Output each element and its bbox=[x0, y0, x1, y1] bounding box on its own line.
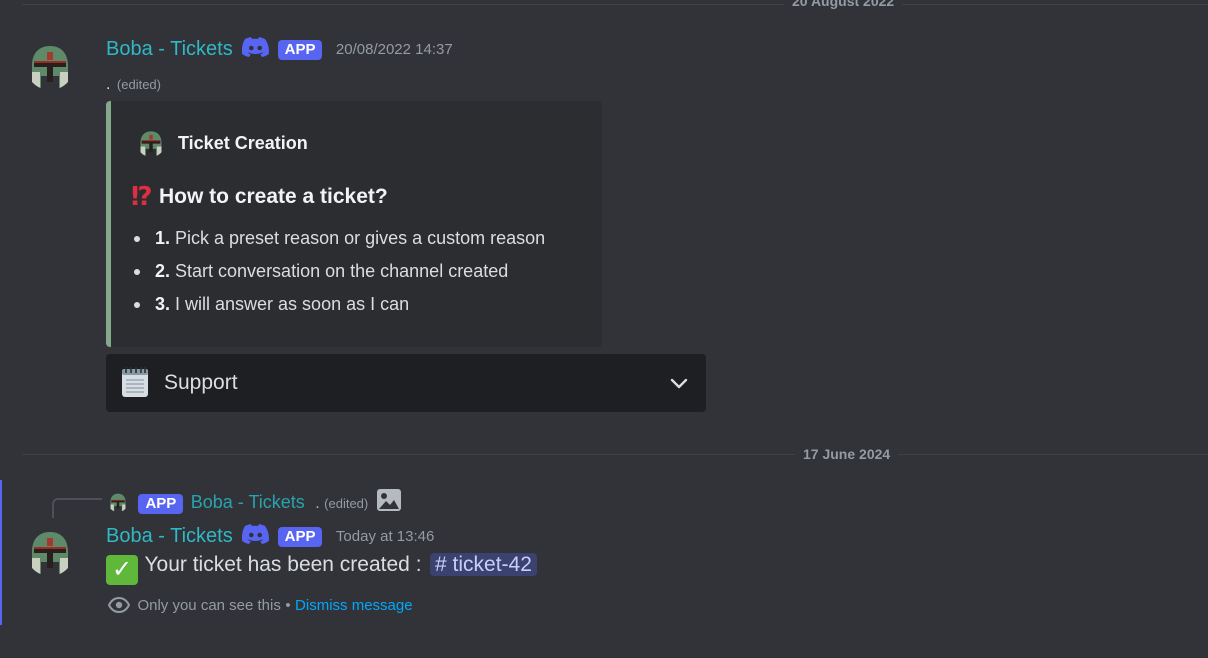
embed-title-text: How to create a ticket? bbox=[159, 185, 388, 208]
list-item: 2. Start conversation on the channel cre… bbox=[133, 255, 545, 288]
list-item: 1. Pick a preset reason or gives a custo… bbox=[133, 222, 545, 255]
message-text: . bbox=[106, 76, 111, 93]
select-label: Support bbox=[164, 371, 238, 394]
edited-label: (edited) bbox=[324, 496, 369, 511]
reply-text: . bbox=[315, 495, 320, 512]
boba-helmet-icon bbox=[110, 493, 126, 512]
ephemeral-notice: Only you can see this • Dismiss message bbox=[107, 596, 413, 615]
message-header: Boba - Tickets APP Today at 13:46 bbox=[106, 524, 434, 548]
avatar[interactable] bbox=[26, 528, 74, 576]
support-select-menu[interactable]: Support bbox=[106, 354, 706, 412]
reply-author[interactable]: Boba - Tickets bbox=[191, 492, 305, 512]
boba-helmet-icon bbox=[32, 46, 68, 88]
embed-step-list: 1. Pick a preset reason or gives a custo… bbox=[133, 222, 545, 321]
message-text: Your ticket has been created : bbox=[144, 553, 422, 576]
list-item: 3. I will answer as soon as I can bbox=[133, 288, 545, 321]
timestamp[interactable]: 20/08/2022 14:37 bbox=[336, 41, 453, 58]
dismiss-message-link[interactable]: Dismiss message bbox=[295, 597, 413, 614]
discord-icon bbox=[242, 37, 270, 57]
message-2[interactable]: APP Boba - Tickets . (edited) Boba - Tic… bbox=[0, 480, 1208, 625]
chevron-down-icon bbox=[670, 378, 688, 389]
app-badge: APP bbox=[277, 40, 323, 60]
date-divider-label: 20 August 2022 bbox=[784, 0, 903, 10]
embed-author-avatar bbox=[137, 129, 165, 157]
image-icon bbox=[376, 489, 401, 511]
discord-icon bbox=[242, 524, 270, 544]
timestamp[interactable]: Today at 13:46 bbox=[336, 528, 434, 545]
ephemeral-text: Only you can see this bbox=[137, 597, 281, 614]
eye-icon bbox=[107, 596, 131, 614]
author-name[interactable]: Boba - Tickets bbox=[106, 525, 233, 547]
step-text: I will answer as soon as I can bbox=[170, 294, 410, 314]
chat-log: 20 August 2022 Boba - Tickets APP 20/08/… bbox=[0, 0, 1208, 658]
channel-mention[interactable]: # ticket-42 bbox=[429, 553, 537, 576]
app-badge: APP bbox=[138, 494, 184, 514]
avatar[interactable] bbox=[26, 42, 74, 90]
embed-title: ⁉ How to create a ticket? bbox=[131, 181, 388, 212]
date-divider-label: 17 June 2024 bbox=[795, 445, 899, 463]
message-content: ✓ Your ticket has been created : # ticke… bbox=[106, 553, 537, 585]
step-number: 3. bbox=[155, 294, 171, 314]
interrobang-icon: ⁉ bbox=[131, 181, 153, 211]
edited-label: (edited) bbox=[116, 77, 161, 92]
author-name[interactable]: Boba - Tickets bbox=[106, 38, 233, 60]
notepad-icon bbox=[122, 367, 148, 397]
date-divider-middle: 17 June 2024 bbox=[22, 445, 1208, 463]
reply-avatar bbox=[108, 492, 128, 512]
channel-name: ticket-42 bbox=[452, 553, 532, 576]
channel-hash-icon: # bbox=[434, 553, 447, 576]
app-badge: APP bbox=[277, 527, 323, 547]
message-content: . (edited) bbox=[106, 76, 161, 94]
step-number: 2. bbox=[155, 261, 171, 281]
ticket-embed: Ticket Creation ⁉ How to create a ticket… bbox=[106, 101, 602, 347]
check-mark-icon: ✓ bbox=[106, 555, 138, 585]
step-text: Start conversation on the channel create… bbox=[170, 261, 509, 281]
boba-helmet-icon bbox=[32, 532, 68, 574]
step-number: 1. bbox=[155, 228, 171, 248]
message-header: Boba - Tickets APP 20/08/2022 14:37 bbox=[106, 37, 453, 61]
date-divider-top: 20 August 2022 bbox=[22, 0, 1208, 10]
separator: • bbox=[285, 597, 291, 614]
embed-author-name: Ticket Creation bbox=[178, 133, 308, 153]
boba-helmet-icon bbox=[140, 131, 162, 156]
reply-spine bbox=[52, 498, 102, 518]
step-text: Pick a preset reason or gives a custom r… bbox=[170, 228, 546, 248]
reply-preview[interactable]: APP Boba - Tickets . (edited) bbox=[108, 488, 402, 514]
